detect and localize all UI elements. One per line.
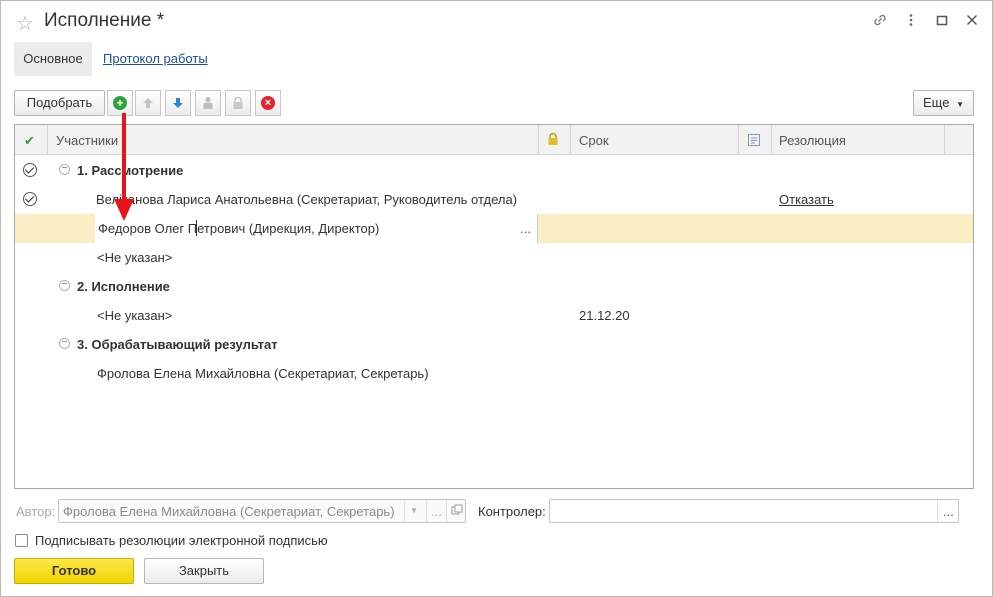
column-participants[interactable]: Участники <box>56 133 118 148</box>
due-date: 21.12.20 <box>579 308 630 323</box>
sign-checkbox[interactable] <box>15 534 28 547</box>
controller-label: Контролер: <box>478 504 546 519</box>
table-row[interactable]: <Не указан> <box>15 243 973 272</box>
text-cursor <box>196 220 197 236</box>
table-header: ✔ Участники Срок Резолюция <box>15 125 973 155</box>
done-button[interactable]: Готово <box>14 558 134 584</box>
group-label: 3. Обрабатывающий результат <box>77 337 278 352</box>
maximize-icon[interactable] <box>931 12 953 32</box>
author-label: Автор: <box>16 504 56 519</box>
group-row[interactable]: − 3. Обрабатывающий результат <box>15 330 973 359</box>
author-choose-button[interactable]: ... <box>431 504 442 519</box>
collapse-icon[interactable]: − <box>59 164 70 175</box>
pick-button[interactable]: Подобрать <box>14 90 105 116</box>
column-lock-icon[interactable] <box>546 132 560 149</box>
lock-icon[interactable] <box>225 90 251 116</box>
close-button[interactable]: Закрыть <box>144 558 264 584</box>
tab-protocol[interactable]: Протокол работы <box>103 51 208 66</box>
checked-icon <box>23 163 37 177</box>
collapse-icon[interactable]: − <box>59 338 70 349</box>
more-button[interactable]: Еще ▼ <box>913 90 974 116</box>
tab-main[interactable]: Основное <box>14 42 92 76</box>
move-up-icon[interactable] <box>135 90 161 116</box>
collapse-icon[interactable]: − <box>59 280 70 291</box>
check-column-icon[interactable]: ✔ <box>24 133 35 149</box>
author-value: Фролова Елена Михайловна (Секретариат, С… <box>63 504 395 519</box>
delete-icon[interactable]: × <box>255 90 281 116</box>
table-row[interactable]: <Не указан> 21.12.20 <box>15 301 973 330</box>
table-row[interactable]: Фролова Елена Михайловна (Секретариат, С… <box>15 359 973 388</box>
participant-name: <Не указан> <box>97 308 173 323</box>
sign-checkbox-label: Подписывать резолюции электронной подпис… <box>35 533 328 548</box>
participant-name: Фролова Елена Михайловна (Секретариат, С… <box>97 366 429 381</box>
controller-choose-button[interactable]: ... <box>943 504 954 519</box>
dialog-window: ☆ Исполнение * Основное Протокол работы … <box>0 0 993 597</box>
participant-name: <Не указан> <box>97 250 173 265</box>
link-icon[interactable] <box>869 12 891 32</box>
dropdown-icon[interactable]: ▼ <box>410 506 418 515</box>
participant-name: Веліканова Лариса Анатольевна (Секретари… <box>96 192 518 207</box>
group-label: 2. Исполнение <box>77 279 170 294</box>
participant-input[interactable]: Федоров Олег Петрович (Дирекция, Директо… <box>95 214 538 243</box>
participant-input-value: Федоров Олег Петрович (Дирекция, Директо… <box>98 221 380 236</box>
chevron-down-icon: ▼ <box>956 100 964 109</box>
resolution-link[interactable]: Отказать <box>779 192 834 207</box>
group-row[interactable]: − 2. Исполнение <box>15 272 973 301</box>
choose-button[interactable]: ... <box>520 221 531 236</box>
participants-table[interactable]: ✔ Участники Срок Резолюция − 1. Рассмотр… <box>14 124 974 489</box>
more-button-label: Еще <box>923 95 950 110</box>
table-row[interactable]: Веліканова Лариса Анатольевна (Секретари… <box>15 185 973 214</box>
close-icon[interactable] <box>961 12 983 32</box>
column-resolution[interactable]: Резолюция <box>779 133 846 148</box>
column-note-icon[interactable] <box>747 133 761 150</box>
user-icon[interactable] <box>195 90 221 116</box>
controller-field[interactable]: ... <box>549 499 959 523</box>
author-field[interactable]: Фролова Елена Михайловна (Секретариат, С… <box>58 499 466 523</box>
more-icon[interactable] <box>900 12 922 32</box>
group-row[interactable]: − 1. Рассмотрение <box>15 156 973 185</box>
window-title: Исполнение * <box>44 10 165 31</box>
move-down-icon[interactable] <box>165 90 191 116</box>
annotation-arrow-icon <box>114 113 134 221</box>
table-row-selected[interactable]: Федоров Олег Петрович (Дирекция, Директо… <box>15 214 973 243</box>
column-due[interactable]: Срок <box>579 133 609 148</box>
open-icon[interactable] <box>451 504 463 519</box>
favorite-star-icon[interactable]: ☆ <box>16 11 34 36</box>
checked-icon <box>23 192 37 206</box>
